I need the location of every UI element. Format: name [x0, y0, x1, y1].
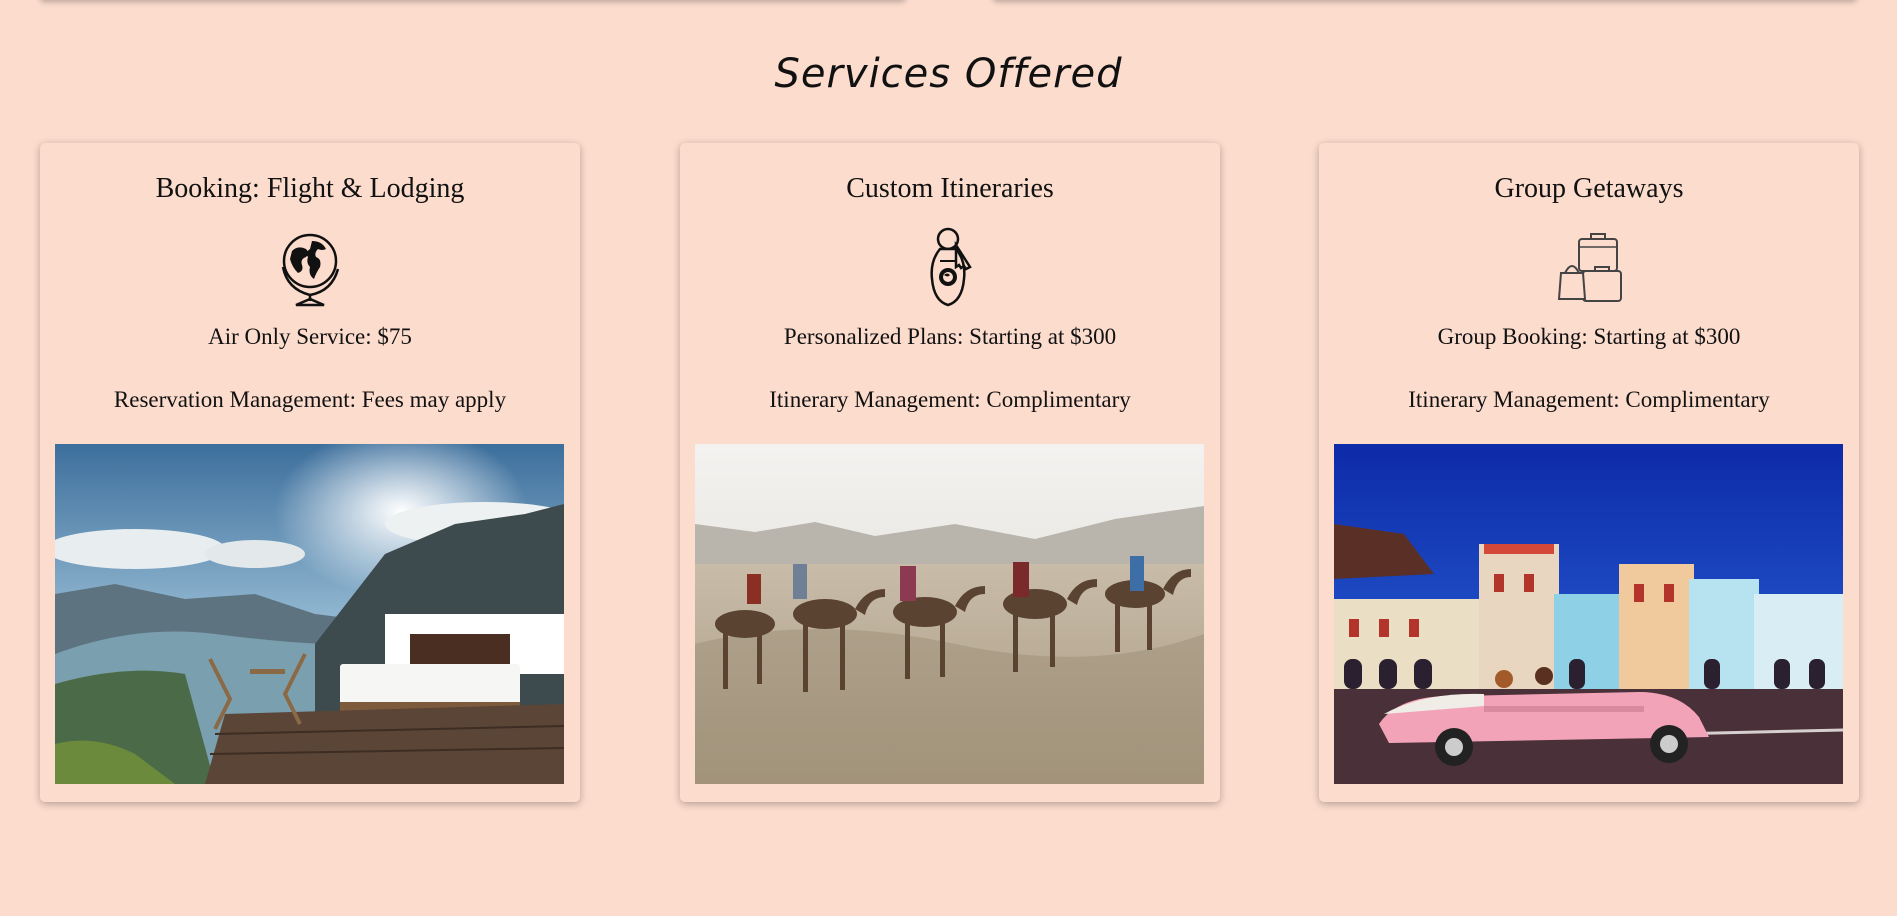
luggage-icon: [1549, 227, 1629, 309]
service-price-line: Group Booking: Starting at $300: [1437, 324, 1741, 349]
service-card-booking: Booking: Flight & Lodging Air Only Servi…: [40, 143, 580, 802]
service-fee-line: Itinerary Management: Complimentary: [1408, 387, 1770, 412]
service-fee-line: Itinerary Management: Complimentary: [769, 387, 1131, 412]
globe-icon: [270, 227, 350, 309]
card-title: Custom Itineraries: [846, 173, 1054, 204]
desert-camels-photo: [695, 444, 1204, 784]
service-fee-line: Reservation Management: Fees may apply: [113, 387, 507, 412]
service-price-line: Personalized Plans: Starting at $300: [783, 324, 1117, 349]
hotel-key-icon: [910, 227, 990, 309]
havana-car-photo: [1334, 444, 1843, 784]
card-title: Booking: Flight & Lodging: [155, 173, 465, 204]
service-price-line: Air Only Service: $75: [208, 324, 412, 349]
card-title: Group Getaways: [1494, 173, 1684, 204]
mountain-bed-photo: [55, 444, 564, 784]
section-title: Services Offered: [774, 51, 1123, 97]
service-card-itineraries: Custom Itineraries Personalized Plans: S…: [680, 143, 1220, 802]
service-card-group: Group Getaways Group Booking: Starting a…: [1319, 143, 1859, 802]
